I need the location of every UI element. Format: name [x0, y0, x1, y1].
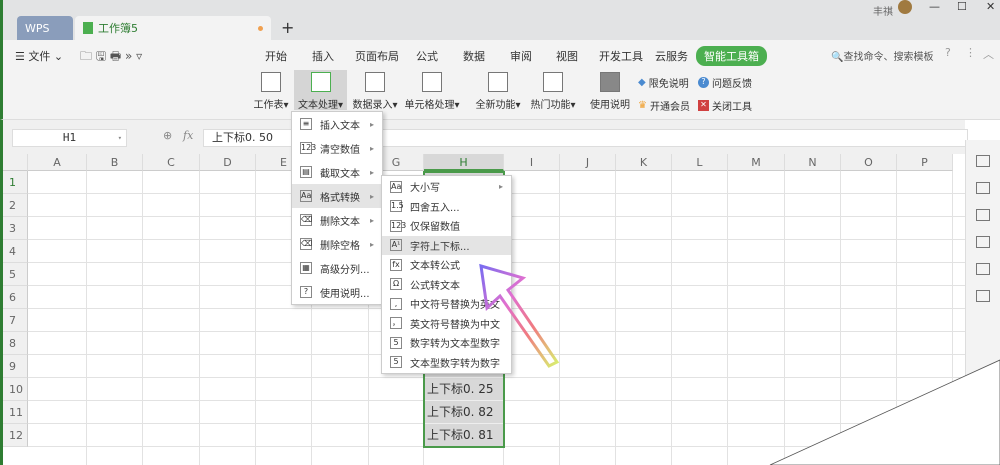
annotation-overlay [479, 263, 1000, 465]
page-curl [769, 359, 1000, 465]
pointer-arrow-icon [479, 263, 560, 368]
